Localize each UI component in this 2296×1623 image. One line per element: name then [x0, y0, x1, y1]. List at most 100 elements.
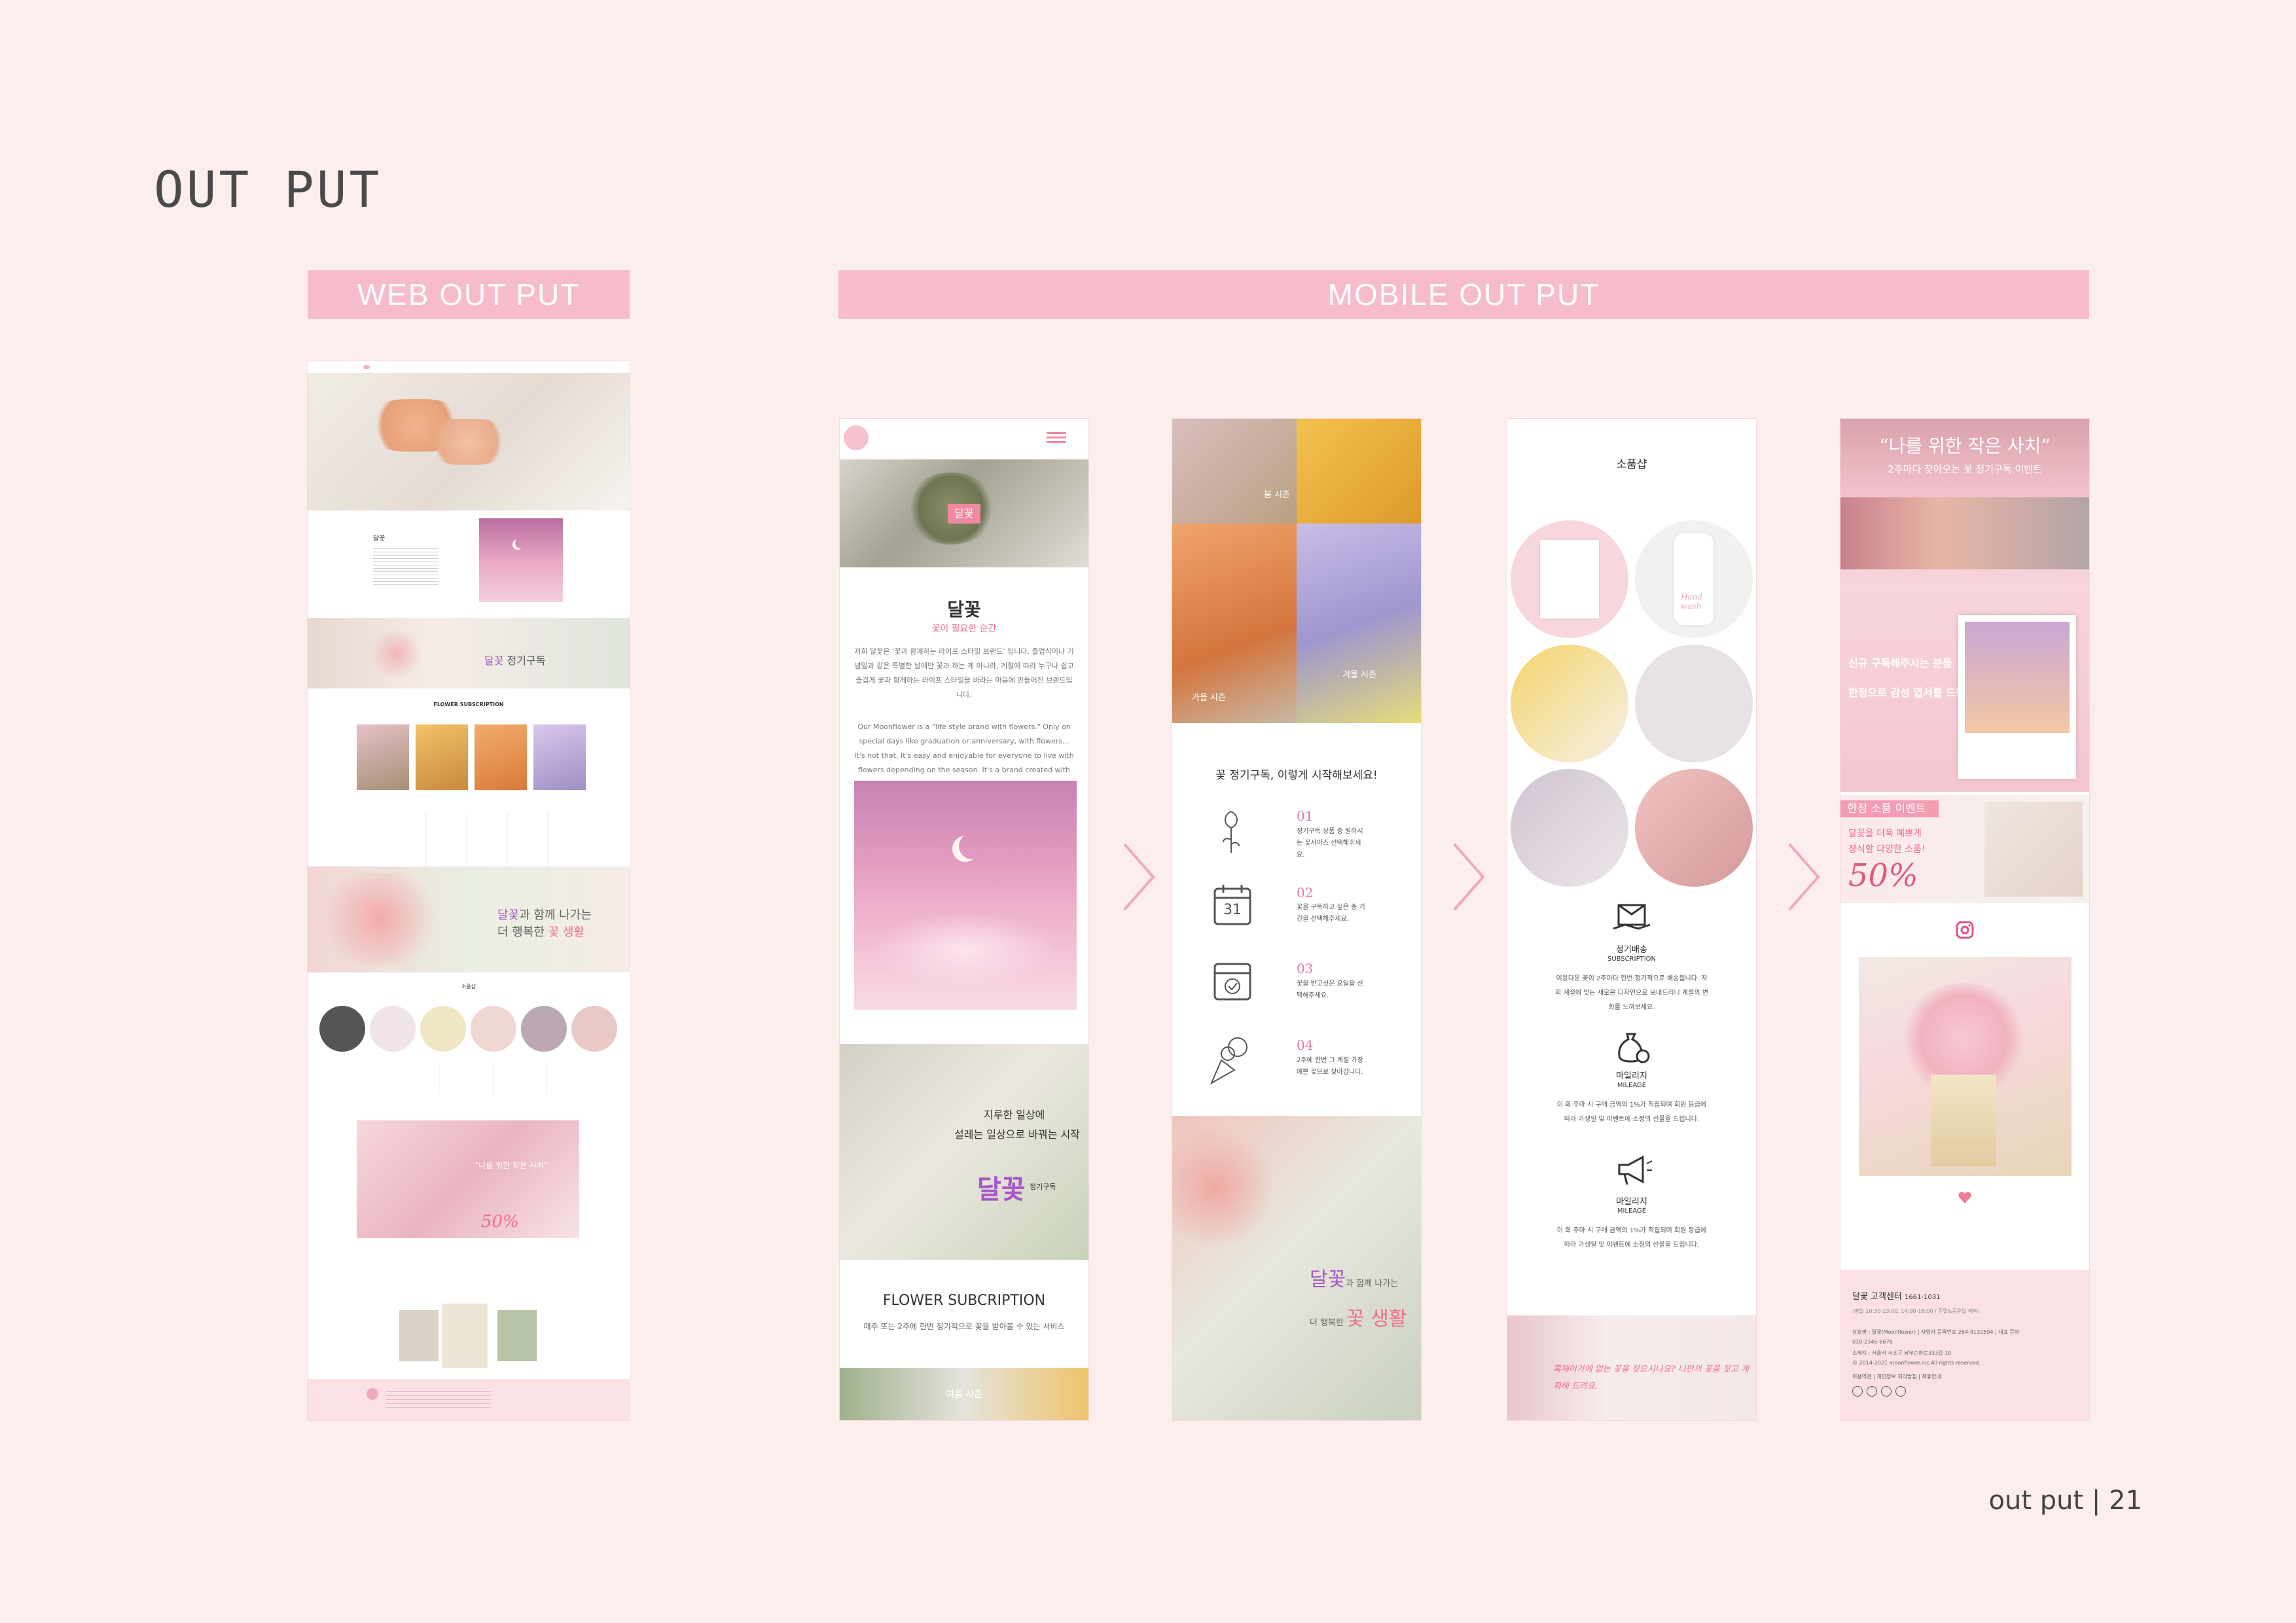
subscription-preview: 여름 시즌 [840, 1368, 1088, 1420]
web-banner-brand: 달꽃 [484, 654, 504, 667]
steps-heading: 꽃 정기구독, 이렇게 시작해보세요! [1215, 769, 1378, 782]
web-season-card[interactable] [475, 724, 527, 790]
closing-line1: 과 함께 나가는 [1346, 1279, 1399, 1289]
shop-item-vase[interactable] [1511, 645, 1628, 762]
web-nav-bar [308, 361, 630, 373]
instagram-icon[interactable] [1956, 921, 1974, 939]
web-brand-label: 달꽃 [373, 535, 386, 543]
feature-3-title: 마일리지 [1616, 1197, 1647, 1207]
step-1-num: 01 [1297, 808, 1314, 824]
footer-links[interactable]: 이용약관 | 개인정보 처리방침 | 제휴안내 [1852, 1373, 1941, 1380]
web-feature-icons [386, 1061, 556, 1094]
copyright: © 2014-2021 moonflower.inc.All rights re… [1852, 1360, 1981, 1366]
mobile-screen-subscription: 봄 시즌 가을 시즌 겨울 시즌 꽃 정기구독, 이렇게 시작해보세요! 01 … [1172, 419, 1421, 1420]
closing-banner: 달꽃과 함께 나가는 더 행복한 꽃 생활 [1172, 1116, 1421, 1420]
customer-center-footer: 달꽃 고객센터 1661-1031 (평일 10:30-13:00, 14:00… [1840, 1270, 2089, 1420]
brand-title: 달꽃 [947, 599, 981, 620]
shop-item-wreath[interactable] [1635, 769, 1753, 887]
shop-item-postcard[interactable] [1511, 520, 1628, 638]
feature-2-desc: 이 회 주마 시 구매 금액의 1%가 적립되며 회원 등급에 따라 가생일 및… [1556, 1101, 1707, 1123]
mobile-screen-about: 달꽃 달꽃 꽃이 필요한 순간 저희 달꽃은 ‘꽃과 함께하는 라이프 스타일 … [840, 419, 1088, 1420]
web-gallery-image[interactable] [399, 1310, 439, 1361]
web-event-banner: “나를 위한 작은 사치” 50% [357, 1120, 579, 1238]
web-shop-item[interactable] [521, 1006, 567, 1052]
web-banner-rest: 정기구독 [507, 654, 546, 667]
step-4-num: 04 [1297, 1037, 1314, 1053]
bouquet-icon [1210, 1037, 1247, 1085]
web-gallery-image[interactable] [442, 1304, 488, 1368]
web-shop-item[interactable] [319, 1006, 365, 1052]
promo-sub: 정기구독 [1030, 1183, 1056, 1191]
step-2-num: 02 [1297, 885, 1314, 901]
web-output-preview: 달꽃 달꽃 정기구독 FLOWER SUBSCRIPTION 달꽃과 함께 나가… [308, 361, 630, 1420]
chevron-right-icon [1788, 843, 1820, 911]
mobile-screen-event: “나를 위한 작은 사치” 2주마다 찾아오는 꽃 정기구독 이벤트 신규 구독… [1840, 419, 2089, 1420]
closing-emph: 꽃 생활 [1346, 1308, 1407, 1330]
mobile-header [840, 419, 1088, 457]
event-subtitle: 2주마다 찾아오는 꽃 정기구독 이벤트 [1888, 463, 2042, 475]
autumn-image[interactable]: 가을 시즌 [1172, 524, 1297, 723]
web-season-card[interactable] [416, 724, 468, 790]
web-happy-brand: 달꽃 [497, 908, 520, 922]
web-gallery-image[interactable] [497, 1310, 537, 1361]
event-offer-1: 신규 구독해주시는 분들 [1848, 657, 1952, 669]
closing-line2: 더 행복한 [1310, 1318, 1347, 1328]
web-shop-item[interactable] [571, 1006, 617, 1052]
feature-2-title: 마일리지 [1616, 1071, 1647, 1081]
web-shop-item[interactable] [370, 1006, 416, 1052]
web-happy-banner: 달꽃과 함께 나가는 더 행복한 꽃 생활 [308, 866, 630, 972]
youtube-icon[interactable] [1881, 1386, 1892, 1397]
autumn-tag: 가을 시즌 [1192, 693, 1226, 703]
feature-3-en: MILEAGE [1617, 1207, 1647, 1215]
shop-item-scissors[interactable] [1635, 645, 1753, 762]
closing-brand: 달꽃 [1310, 1268, 1346, 1291]
facebook-icon[interactable] [1895, 1386, 1906, 1397]
subscription-desc: 매주 또는 2주에 한번 정기적으로 꽃을 받아볼 수 있는 서비스 [863, 1322, 1065, 1331]
feature-3-desc: 이 회 주마 시 구매 금액의 1%가 적립되며 회원 등급에 따라 가생일 및… [1556, 1227, 1707, 1249]
feature-1-en: SUBSCRIPTION [1607, 955, 1657, 963]
bouquet-image[interactable] [1859, 957, 2072, 1176]
web-subscription-banner: 달꽃 정기구독 [308, 618, 630, 688]
web-hero-image [308, 373, 630, 510]
brand-tagline: 꽃이 필요한 순간 [931, 624, 997, 634]
blog-icon[interactable] [1867, 1386, 1877, 1397]
web-season-card[interactable] [533, 724, 586, 790]
web-season-card[interactable] [357, 724, 409, 790]
web-intro-text [373, 546, 439, 585]
step-3-text: 꽃을 받고싶은 요일을 선택해주세요. [1297, 980, 1363, 999]
page-title: OUT PUT [154, 160, 382, 219]
step-2-text: 꽃을 구독하고 싶은 총 기간을 선택해주세요. [1297, 904, 1365, 923]
instagram-icon[interactable] [1852, 1386, 1863, 1397]
shop-item-handwash[interactable]: Hand wash [1635, 520, 1753, 638]
feature-2-en: MILEAGE [1617, 1082, 1647, 1089]
handwash-label: Hand wash [1681, 592, 1703, 611]
feature-1-desc: 이용다운 꽃이 2주마다 한번 정기적으로 배송됩니다. 저희 계절에 맞는 새… [1555, 975, 1708, 1011]
promo-line1: 지루한 일상에 [984, 1109, 1045, 1121]
web-event-percent: 50% [481, 1212, 519, 1232]
chevron-right-icon [1123, 843, 1155, 911]
spring-image[interactable]: 봄 시즌 [1172, 419, 1297, 524]
winter-image[interactable]: 겨울 시즌 [1297, 524, 1421, 723]
web-footer [308, 1379, 630, 1420]
event-hero: “나를 위한 작은 사치” 2주마다 찾아오는 꽃 정기구독 이벤트 신규 구독… [1840, 419, 2089, 792]
web-shop-item[interactable] [420, 1006, 466, 1052]
cs-phone: 1661-1031 [1905, 1294, 1941, 1301]
chevron-right-icon [1453, 843, 1485, 911]
custom-flower-text: 혹재이가에 없는 꽃을 찾으시나요? 나만의 꽃을 찾고 계획해 드려요. [1553, 1364, 1749, 1391]
hamburger-menu-icon[interactable] [1047, 432, 1066, 444]
social-icons [1852, 1386, 1906, 1397]
web-event-quote: “나를 위한 작은 사치” [475, 1161, 548, 1170]
web-shop-item[interactable] [471, 1006, 516, 1052]
limited-line2: 장식할 다양한 소품! [1848, 844, 1926, 855]
summer-image[interactable] [1297, 419, 1421, 524]
brand-logo[interactable] [844, 425, 869, 450]
web-shop-heading: 소품샵 [461, 984, 476, 990]
custom-flower-banner: 혹재이가에 없는 꽃을 찾으시나요? 나만의 꽃을 찾고 계획해 드려요. [1507, 1315, 1756, 1420]
promo-banner: 지루한 일상에 설레는 일상으로 바꿔는 시작 달꽃 정기구독 [840, 1044, 1088, 1260]
promo-line2: 설레는 일상으로 바꿔는 시작 [954, 1128, 1080, 1141]
cs-hours: (평일 10:30-13:00, 14:00-18:00 / 주말&공휴일 제외… [1852, 1308, 1980, 1314]
event-quote: “나를 위한 작은 사치” [1879, 435, 2051, 457]
shop-item-bottle[interactable] [1511, 769, 1628, 887]
heart-icon[interactable] [1958, 1191, 1972, 1204]
web-output-label: WEB OUT PUT [308, 270, 630, 319]
